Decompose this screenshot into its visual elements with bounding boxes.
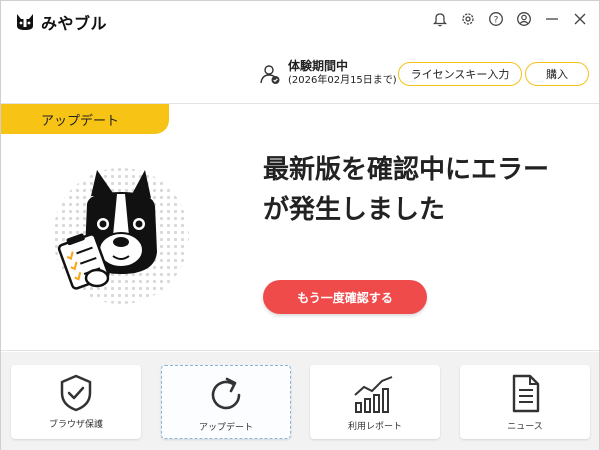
nav-label-usage-report: 利用レポート bbox=[347, 422, 402, 432]
document-icon bbox=[512, 374, 540, 413]
nav-update[interactable]: アップデート bbox=[161, 365, 291, 439]
error-message-line2: が発生しました bbox=[263, 195, 446, 225]
title-bar-controls: ? bbox=[430, 9, 589, 28]
update-panel: アップデート 最新版を確認中にエラー が発生しました もう一度確認する bbox=[1, 103, 599, 351]
minimize-icon[interactable] bbox=[542, 9, 561, 28]
nav-usage-report[interactable]: 利用レポート bbox=[310, 365, 440, 439]
close-icon[interactable] bbox=[570, 9, 589, 28]
svg-text:?: ? bbox=[493, 15, 498, 25]
settings-gear-icon[interactable] bbox=[458, 9, 477, 28]
trial-status: 体験期間中 (2026年02月15日まで) bbox=[259, 59, 397, 88]
account-icon[interactable] bbox=[514, 9, 533, 28]
nav-label-browser-protection: ブラウザ保護 bbox=[48, 420, 103, 430]
help-icon[interactable]: ? bbox=[486, 9, 505, 28]
shield-check-icon bbox=[60, 374, 92, 412]
nav-browser-protection[interactable]: ブラウザ保護 bbox=[11, 365, 141, 439]
trial-status-label: 体験期間中 bbox=[288, 59, 349, 73]
license-key-button[interactable]: ライセンスキー入力 bbox=[398, 62, 522, 86]
bottom-navigation: ブラウザ保護 アップデート 利用レポート ニュース bbox=[1, 352, 599, 450]
refresh-icon bbox=[211, 377, 241, 410]
section-header: アップデート bbox=[1, 104, 169, 134]
app-logo: みやブル bbox=[15, 10, 107, 34]
notification-bell-icon[interactable] bbox=[430, 9, 449, 28]
dog-logo-icon bbox=[17, 14, 33, 30]
nav-label-news: ニュース bbox=[507, 422, 543, 432]
buy-button[interactable]: 購入 bbox=[525, 62, 589, 86]
nav-label-update: アップデート bbox=[198, 423, 253, 433]
bar-chart-icon bbox=[354, 376, 393, 413]
user-verified-icon bbox=[260, 64, 280, 84]
retry-check-button[interactable]: もう一度確認する bbox=[263, 280, 427, 314]
dog-with-checklist-illustration bbox=[53, 168, 189, 304]
nav-news[interactable]: ニュース bbox=[460, 365, 590, 439]
error-message-line1: 最新版を確認中にエラー bbox=[263, 155, 550, 185]
section-title: アップデート bbox=[41, 113, 120, 129]
error-message: 最新版を確認中にエラー が発生しました bbox=[263, 150, 583, 230]
app-name: みやブル bbox=[41, 14, 108, 33]
trial-expiry-date: (2026年02月15日まで) bbox=[288, 75, 397, 86]
app-window: みやブル ? 体験期間中 (2026年02月15日まで) ライセンスキー入力 購… bbox=[0, 0, 600, 450]
